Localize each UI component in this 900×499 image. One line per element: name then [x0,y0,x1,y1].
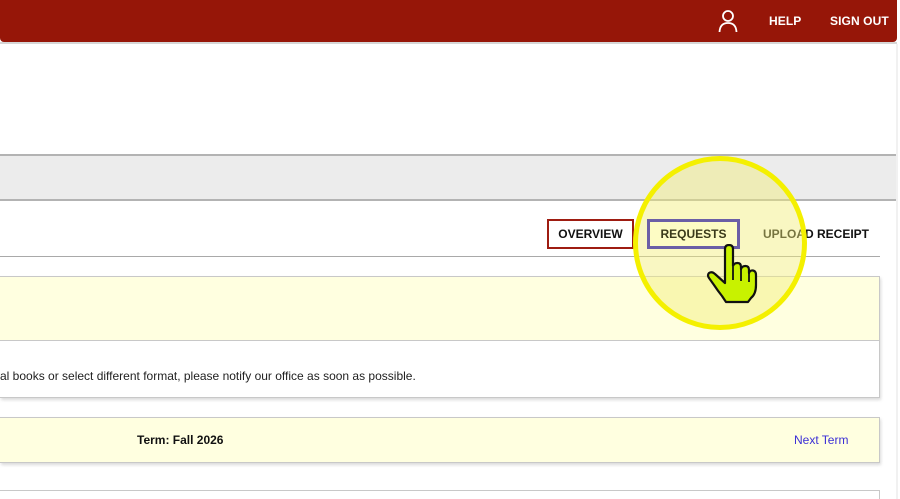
tab-upload-receipt[interactable]: UPLOAD RECEIPT [756,219,876,249]
tab-requests[interactable]: REQUESTS [647,219,740,249]
page: HELP SIGN OUT OVERVIEW REQUESTS UPLOAD R… [0,0,900,499]
user-icon[interactable] [717,9,739,33]
sign-out-link[interactable]: SIGN OUT [830,14,889,28]
term-label: Term: Fall 2026 [137,433,224,447]
header-divider [0,42,897,44]
help-link[interactable]: HELP [769,14,801,28]
page-banner [0,154,896,201]
notice-text: al books or select different format, ple… [0,369,416,383]
next-card-edge [0,490,880,499]
notice-card: al books or select different format, ple… [0,276,880,398]
term-card: Term: Fall 2026 Next Term [0,417,880,463]
right-edge-shadow [896,44,898,499]
top-navigation-bar: HELP SIGN OUT [0,0,897,42]
tabs-divider [0,256,880,257]
tab-overview[interactable]: OVERVIEW [547,219,634,249]
notice-card-header [0,277,879,341]
next-term-link[interactable]: Next Term [794,433,848,447]
